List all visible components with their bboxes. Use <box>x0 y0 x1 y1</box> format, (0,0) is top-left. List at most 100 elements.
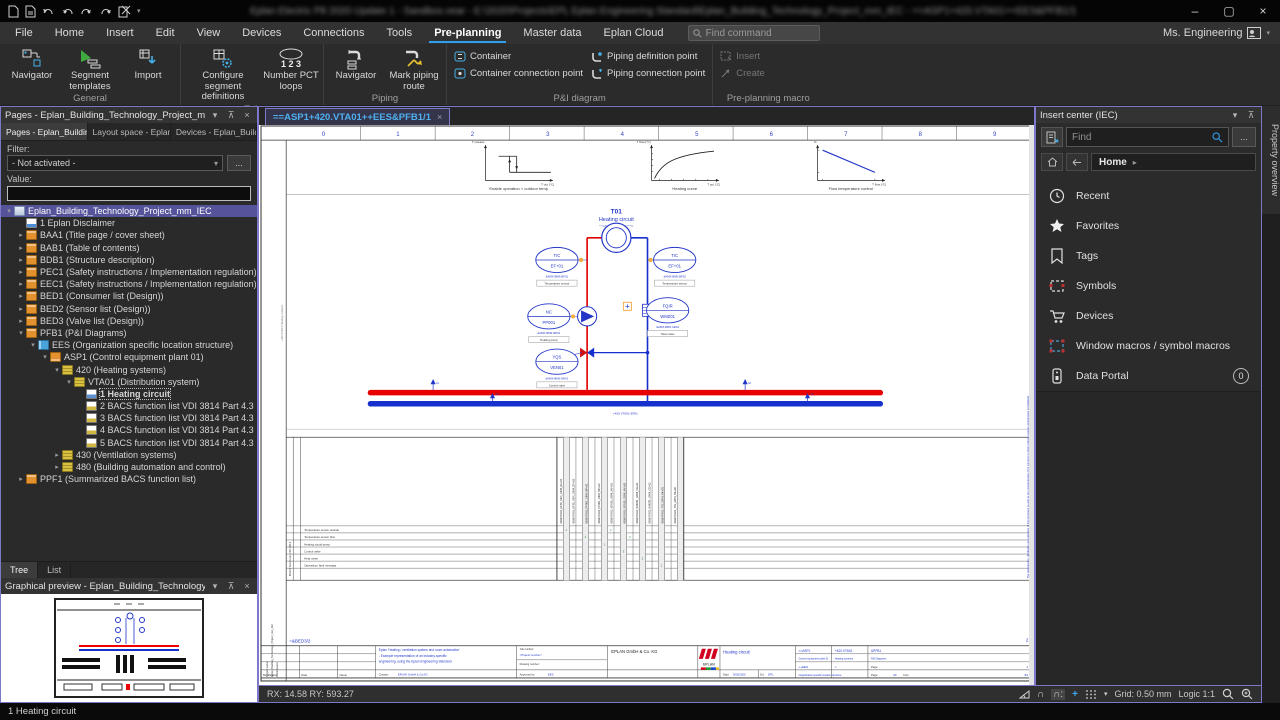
menu-tab[interactable]: Pre-planning <box>423 22 512 44</box>
configure-segment-definitions-button[interactable]: Configure segment definitions <box>185 46 261 103</box>
navigator-button[interactable]: Navigator <box>4 46 60 82</box>
piping-definition-point-button[interactable]: Piping definition point <box>588 49 708 63</box>
item-favorites[interactable]: Favorites <box>1036 211 1261 241</box>
redo-dropdown-icon[interactable] <box>99 5 112 17</box>
tree-expand-arrow[interactable]: ▾ <box>64 378 74 386</box>
tree-expand-arrow[interactable]: ▸ <box>16 292 26 300</box>
piping-connection-point-button[interactable]: Piping connection point <box>588 66 708 80</box>
tree-expand-arrow[interactable]: ▸ <box>16 280 26 288</box>
undo-icon[interactable] <box>61 5 74 17</box>
tree-item[interactable]: ▸ BAB1 (Table of contents) <box>1 242 257 254</box>
instrument-valve[interactable]: YQS VEN01 &AMX-BMS MV01 Control valve <box>536 349 582 388</box>
breadcrumb[interactable]: Home ▸ <box>1091 153 1256 171</box>
qat-customize-caret[interactable]: ▾ <box>137 7 141 15</box>
container-connection-point-button[interactable]: Container connection point <box>451 66 586 80</box>
mark-piping-route-button[interactable]: Mark piping route <box>386 46 442 92</box>
menu-tab[interactable]: View <box>186 22 232 44</box>
tree-expand-arrow[interactable]: ▾ <box>40 353 50 361</box>
grid-caret-icon[interactable]: ▾ <box>1104 690 1108 698</box>
find-command-box[interactable] <box>688 25 820 41</box>
home-button[interactable] <box>1041 153 1063 171</box>
tree-item[interactable]: ▸ BED3 (Valve list (Design)) <box>1 315 257 327</box>
tree-item[interactable]: ▸ BED1 (Consumer list (Design)) <box>1 290 257 302</box>
panel-menu-icon[interactable]: ▾ <box>209 110 221 121</box>
minimize-button[interactable]: – <box>1178 0 1212 22</box>
tree-item[interactable]: ▾ EES (Organization specific location st… <box>1 339 257 351</box>
tree-item[interactable]: 4 BACS function list VDI 3814 Part 4.3 <box>1 424 257 436</box>
tree-expand-arrow[interactable]: ▸ <box>16 268 26 276</box>
find-search-icon[interactable] <box>1212 132 1223 143</box>
insert-center-find-input[interactable] <box>1072 132 1208 143</box>
cancel-action-icon[interactable] <box>118 5 131 18</box>
tree-item[interactable]: ▾ PFB1 (P&I Diagrams) <box>1 327 257 339</box>
menu-tab[interactable]: File <box>4 22 44 44</box>
tree-item[interactable]: ▾ VTA01 (Distribution system) <box>1 376 257 388</box>
tree-item[interactable]: ▸ PPF1 (Summarized BACS function list) <box>1 473 257 485</box>
drawing-canvas[interactable]: 0123456789 T release T out [°C] <box>259 125 1034 685</box>
snap-to-grid-icon[interactable]: ∩ <box>1037 689 1044 700</box>
menu-tab[interactable]: Eplan Cloud <box>593 22 675 44</box>
piping-navigator-button[interactable]: Navigator <box>328 46 384 82</box>
tree-item[interactable]: ▸ 430 (Ventilation systems) <box>1 449 257 461</box>
tree-item[interactable]: ▾ ASP1 (Control equipment plant 01) <box>1 351 257 363</box>
instrument-heat-meter[interactable]: FQIR WMZ01 &AMX-BMS CE01 Heat meter <box>642 298 688 337</box>
preview-menu-icon[interactable]: ▾ <box>209 581 221 592</box>
zoom-in-icon[interactable] <box>1222 688 1234 700</box>
page-reference[interactable]: =&BED3/2 <box>289 639 311 644</box>
tree-expand-arrow[interactable]: ▾ <box>52 366 62 374</box>
filter-more-button[interactable]: ... <box>227 155 251 171</box>
tab-list[interactable]: List <box>38 562 71 578</box>
dock-tab-devices[interactable]: Devices - Eplan_Build... <box>171 123 257 140</box>
tree-item[interactable]: ▾ Eplan_Building_Technology_Project_mm_I… <box>1 205 257 217</box>
close-button[interactable]: × <box>1246 0 1280 22</box>
tree-expand-arrow[interactable]: ▸ <box>16 475 26 483</box>
menu-tab[interactable]: Master data <box>512 22 592 44</box>
insert-center-pin-icon[interactable]: ⊼ <box>1245 110 1257 121</box>
item-symbols[interactable]: Symbols <box>1036 271 1261 301</box>
undo-dropdown-icon[interactable] <box>42 5 55 17</box>
open-page-icon[interactable] <box>25 5 36 18</box>
import-button[interactable]: Import <box>120 46 176 82</box>
number-pct-loops-button[interactable]: 1 2 3 Number PCT loops <box>263 46 319 92</box>
document-tab-close-icon[interactable]: × <box>437 112 442 122</box>
dock-tab-layout-space[interactable]: Layout space - Eplan... <box>88 123 171 140</box>
tree-expand-arrow[interactable]: ▸ <box>16 305 26 313</box>
item-window-macros[interactable]: Window macros / symbol macros <box>1036 331 1261 361</box>
macro-create-button[interactable]: Create <box>717 66 768 80</box>
tree-item[interactable]: ▾ 420 (Heating systems) <box>1 363 257 375</box>
container-button[interactable]: Container <box>451 49 586 63</box>
find-command-input[interactable] <box>706 28 816 39</box>
tree-item[interactable]: 5 BACS function list VDI 3814 Part 4.3 <box>1 437 257 449</box>
insert-center-menu-icon[interactable]: ▾ <box>1229 110 1241 121</box>
menu-tab[interactable]: Tools <box>376 22 424 44</box>
macro-insert-button[interactable]: Insert <box>717 49 768 63</box>
item-devices[interactable]: Devices <box>1036 301 1261 331</box>
value-input[interactable] <box>7 186 251 201</box>
tree-item[interactable]: 1 Eplan Disclaimer <box>1 217 257 229</box>
tree-expand-arrow[interactable]: ▸ <box>52 451 62 459</box>
tree-expand-arrow[interactable]: ▸ <box>16 317 26 325</box>
user-account[interactable]: Ms. Engineering ▾ <box>1163 22 1280 44</box>
tab-tree[interactable]: Tree <box>1 562 38 578</box>
grid-display-icon[interactable] <box>1085 689 1097 699</box>
menu-tab[interactable]: Connections <box>292 22 375 44</box>
document-tab[interactable]: ==ASP1+420.VTA01++EES&PFB1/1 × <box>265 108 450 125</box>
insert-center-header[interactable]: Insert center (IEC) ▾ ⊼ <box>1036 107 1261 123</box>
item-tags[interactable]: Tags <box>1036 241 1261 271</box>
tree-expand-arrow[interactable]: ▸ <box>16 244 26 252</box>
panel-close-icon[interactable]: × <box>241 110 253 120</box>
angle-snap-icon[interactable] <box>1019 689 1030 699</box>
tree-item[interactable]: 1 Heating circuit <box>1 388 257 400</box>
object-snap-icon[interactable]: ∩: <box>1051 689 1065 700</box>
move-handle-icon[interactable]: + <box>1072 689 1078 700</box>
new-page-icon[interactable] <box>8 5 19 18</box>
insert-center-find-box[interactable] <box>1066 127 1229 147</box>
preview-close-icon[interactable]: × <box>241 581 253 591</box>
tree-expand-arrow[interactable]: ▾ <box>16 329 26 337</box>
menu-tab[interactable]: Insert <box>95 22 145 44</box>
tree-expand-arrow[interactable]: ▸ <box>16 231 26 239</box>
maximize-button[interactable]: ▢ <box>1212 0 1246 22</box>
panel-pin-icon[interactable]: ⊼ <box>225 110 237 121</box>
tree-item[interactable]: ▸ BAA1 (Title page / cover sheet) <box>1 229 257 241</box>
menu-tab[interactable]: Edit <box>145 22 186 44</box>
